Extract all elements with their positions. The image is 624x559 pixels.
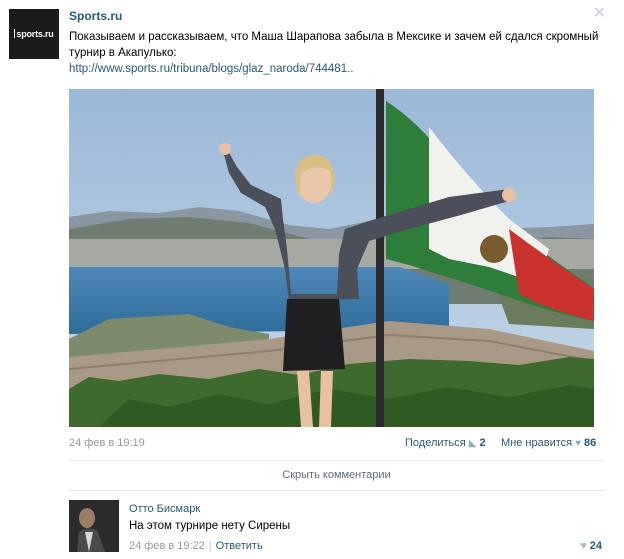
comment-author[interactable]: Отто Бисмарк [129, 503, 200, 515]
close-icon[interactable]: ✕ [593, 6, 606, 22]
comment-like-count: 24 [589, 540, 602, 552]
comment-text: На этом турнире нету Сирены [129, 520, 291, 532]
like-count: 86 [584, 437, 597, 449]
heart-icon: ♥ [580, 540, 587, 552]
share-label: Поделиться [405, 437, 466, 449]
post-meta: 24 фев в 19:19 Поделиться ◣ 2 Мне нравится… [69, 437, 604, 451]
share-count: 2 [479, 437, 486, 449]
post-author-link[interactable]: Sports.ru [69, 9, 122, 23]
comment-avatar[interactable] [69, 500, 119, 552]
reply-button[interactable]: Ответить [216, 540, 263, 552]
post-date[interactable]: 24 фев в 19:19 [69, 437, 145, 449]
comment-meta: 24 фев в 19:22 | Ответить [129, 540, 263, 552]
comment-date[interactable]: 24 фев в 19:22 [129, 540, 205, 552]
divider [69, 490, 604, 491]
post-avatar[interactable]: sports.ru [9, 9, 59, 59]
separator: | [208, 540, 212, 552]
post-photo[interactable] [69, 89, 594, 427]
hide-comments-link[interactable]: Скрыть комментарии [69, 469, 604, 481]
photo-image [69, 89, 594, 427]
share-button[interactable]: Поделиться ◣ 2 [405, 437, 486, 449]
share-icon: ◣ [468, 438, 477, 449]
sports-ru-logo: sports.ru [16, 29, 54, 39]
comment-like-button[interactable]: ♥ 24 [580, 540, 602, 552]
post-text: Показываем и рассказываем, что Маша Шара… [69, 31, 599, 59]
post-link[interactable]: http://www.sports.ru/tribuna/blogs/glaz_… [69, 63, 353, 75]
like-label: Мне нравится [501, 437, 573, 449]
avatar-image [69, 500, 119, 552]
separator [69, 460, 604, 461]
heart-icon: ♥ [575, 438, 582, 449]
like-button[interactable]: Мне нравится ♥ 86 [501, 437, 596, 449]
